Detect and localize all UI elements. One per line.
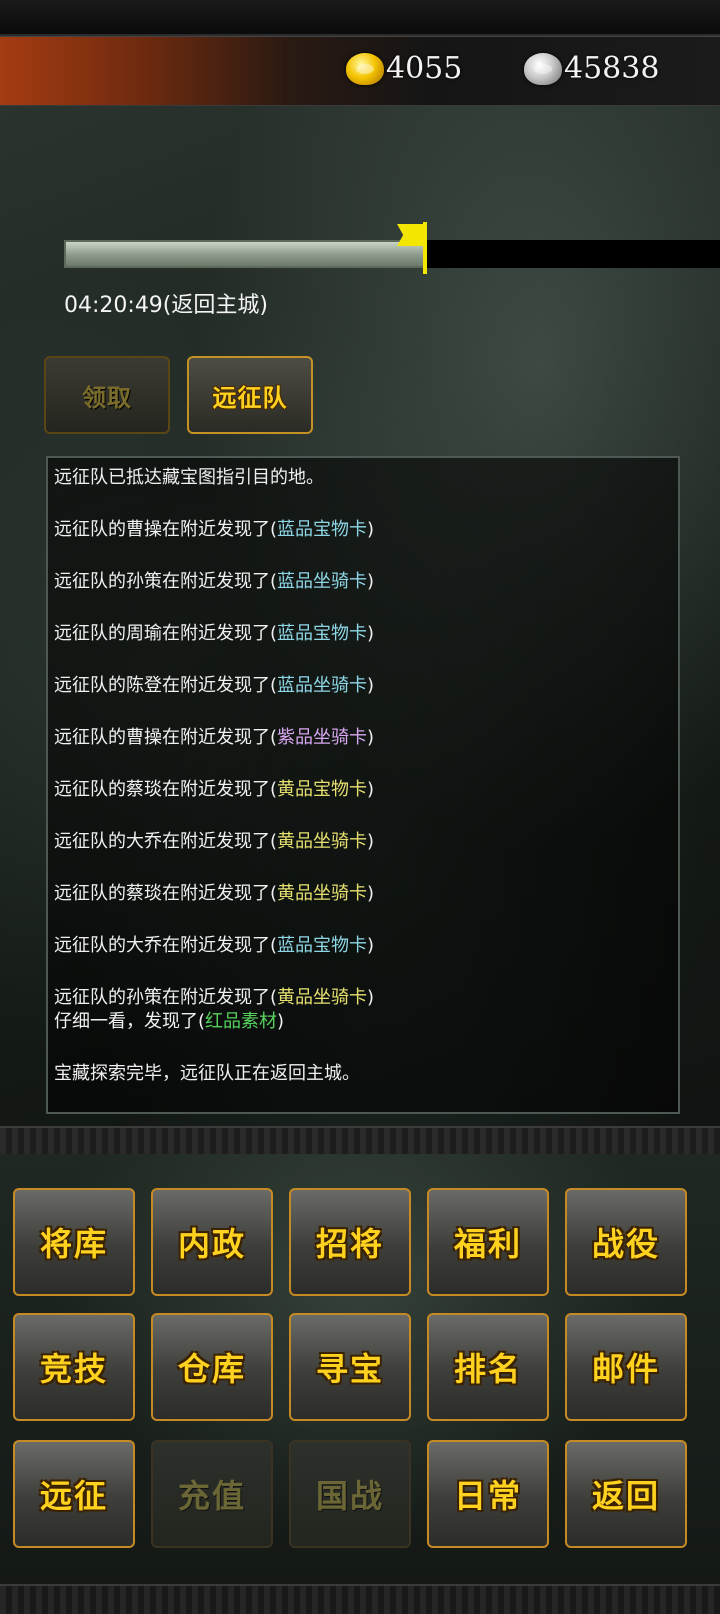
expedition-team-button[interactable]: 远征队 <box>187 356 313 434</box>
log-text: 远征队的周瑜在附近发现了( <box>54 623 278 644</box>
log-text: ) <box>367 675 375 696</box>
log-text: ) <box>367 779 375 800</box>
reward-item-name: 蓝品宝物卡 <box>277 623 368 644</box>
claim-button[interactable]: 领取 <box>44 356 170 434</box>
log-entry: 远征队的孙策在附近发现了(黄品坐骑卡) <box>54 986 672 1010</box>
log-text: ) <box>367 727 375 748</box>
reward-item-name: 红品素材 <box>205 1011 278 1032</box>
log-text: 远征队的陈登在附近发现了( <box>54 675 278 696</box>
menu-button[interactable]: 招将 <box>289 1188 411 1296</box>
menu-button[interactable]: 邮件 <box>565 1313 687 1421</box>
log-text: ) <box>277 1011 285 1032</box>
reward-item-name: 黄品坐骑卡 <box>277 831 368 852</box>
menu-button[interactable]: 日常 <box>427 1440 549 1548</box>
gold-ingot-icon <box>346 52 384 85</box>
log-text: 远征队的大乔在附近发现了( <box>54 831 278 852</box>
reward-item-name: 黄品宝物卡 <box>277 779 368 800</box>
log-text: ) <box>367 883 375 904</box>
silver-display: 45838 <box>524 51 659 86</box>
expedition-progress-bar <box>64 240 720 268</box>
log-entry: 远征队已抵达藏宝图指引目的地。 <box>54 466 672 490</box>
resource-bar: 4055 45838 <box>0 36 720 107</box>
log-text: 远征队的曹操在附近发现了( <box>54 727 278 748</box>
menu-button[interactable]: 内政 <box>151 1188 273 1296</box>
menu-button[interactable]: 充值 <box>151 1440 273 1548</box>
expedition-log: 远征队已抵达藏宝图指引目的地。 远征队的曹操在附近发现了(蓝品宝物卡) 远征队的孙策… <box>46 456 680 1114</box>
log-text: 远征队的孙策在附近发现了( <box>54 987 278 1008</box>
bottom-border <box>0 1584 720 1614</box>
progress-fill <box>64 240 425 268</box>
gold-display: 4055 <box>346 51 462 86</box>
log-text: 远征队的蔡琰在附近发现了( <box>54 779 278 800</box>
log-entry: 仔细一看，发现了(红品素材) <box>54 1010 672 1034</box>
log-text: 远征队的孙策在附近发现了( <box>54 571 278 592</box>
log-text: ) <box>367 935 375 956</box>
log-text: ) <box>367 519 375 540</box>
menu-button[interactable]: 福利 <box>427 1188 549 1296</box>
log-entry: 远征队的周瑜在附近发现了(蓝品宝物卡) <box>54 622 672 646</box>
reward-item-name: 黄品坐骑卡 <box>277 987 368 1008</box>
log-entry: 远征队的曹操在附近发现了(蓝品宝物卡) <box>54 518 672 542</box>
log-text: 远征队的大乔在附近发现了( <box>54 935 278 956</box>
reward-item-name: 紫品坐骑卡 <box>277 727 368 748</box>
log-text: ) <box>367 571 375 592</box>
log-entry: 远征队的蔡琰在附近发现了(黄品坐骑卡) <box>54 882 672 906</box>
menu-button[interactable]: 将库 <box>13 1188 135 1296</box>
silver-ingot-icon <box>524 52 562 85</box>
log-entry: 远征队的大乔在附近发现了(蓝品宝物卡) <box>54 934 672 958</box>
log-entry: 远征队的陈登在附近发现了(蓝品坐骑卡) <box>54 674 672 698</box>
decorative-divider <box>0 1126 720 1156</box>
top-border <box>0 0 720 36</box>
menu-button[interactable]: 战役 <box>565 1188 687 1296</box>
log-text: 远征队已抵达藏宝图指引目的地。 <box>54 467 324 488</box>
log-entry: 远征队的曹操在附近发现了(紫品坐骑卡) <box>54 726 672 750</box>
gold-amount: 4055 <box>386 51 463 86</box>
reward-item-name: 黄品坐骑卡 <box>277 883 368 904</box>
log-text: ) <box>367 987 375 1008</box>
log-text: 宝藏探索完毕，远征队正在返回主城。 <box>54 1063 360 1084</box>
menu-button[interactable]: 返回 <box>565 1440 687 1548</box>
menu-button[interactable]: 竞技 <box>13 1313 135 1421</box>
log-entry: 远征队的蔡琰在附近发现了(黄品宝物卡) <box>54 778 672 802</box>
log-text: 仔细一看，发现了( <box>54 1011 206 1032</box>
reward-item-name: 蓝品宝物卡 <box>277 519 368 540</box>
log-text: 远征队的蔡琰在附近发现了( <box>54 883 278 904</box>
reward-item-name: 蓝品宝物卡 <box>277 935 368 956</box>
return-timer: 04:20:49(返回主城) <box>64 293 268 318</box>
log-text: ) <box>367 623 375 644</box>
log-text: 远征队的曹操在附近发现了( <box>54 519 278 540</box>
log-text: ) <box>367 831 375 852</box>
log-entry: 宝藏探索完毕，远征队正在返回主城。 <box>54 1062 672 1086</box>
flag-marker-icon <box>397 222 427 274</box>
reward-item-name: 蓝品坐骑卡 <box>277 675 368 696</box>
menu-button[interactable]: 排名 <box>427 1313 549 1421</box>
menu-button[interactable]: 寻宝 <box>289 1313 411 1421</box>
menu-button[interactable]: 远征 <box>13 1440 135 1548</box>
menu-button[interactable]: 仓库 <box>151 1313 273 1421</box>
log-entry: 远征队的大乔在附近发现了(黄品坐骑卡) <box>54 830 672 854</box>
reward-item-name: 蓝品坐骑卡 <box>277 571 368 592</box>
log-entry: 远征队的孙策在附近发现了(蓝品坐骑卡) <box>54 570 672 594</box>
menu-button[interactable]: 国战 <box>289 1440 411 1548</box>
silver-amount: 45838 <box>564 51 660 86</box>
